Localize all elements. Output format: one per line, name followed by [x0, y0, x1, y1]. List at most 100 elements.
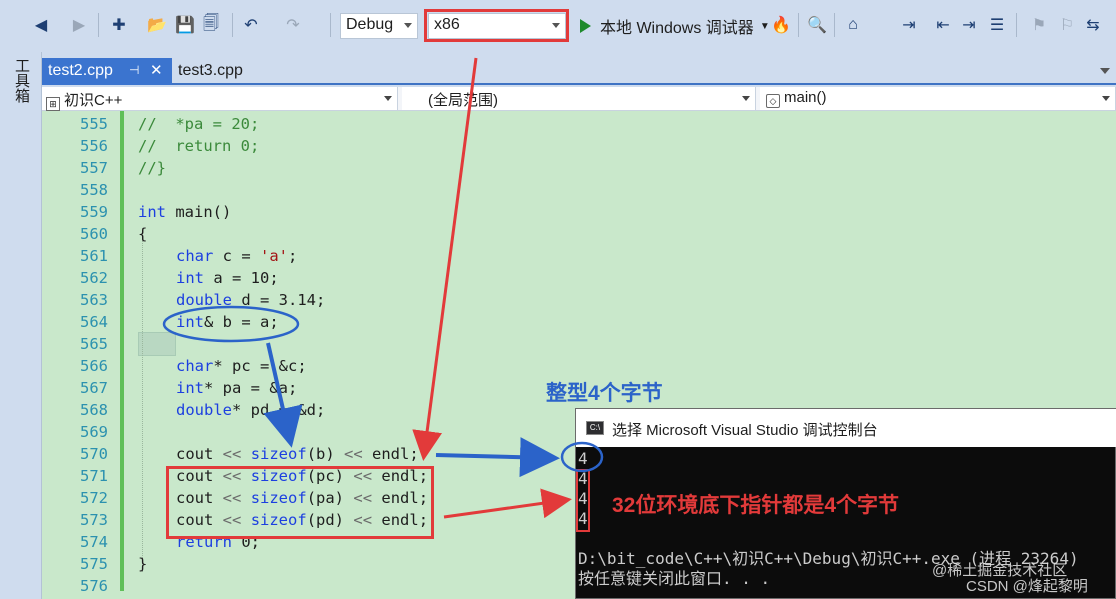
code-text: // return 0; [138, 137, 260, 155]
line-number: 558 [80, 181, 108, 199]
step-icon[interactable]: ⇥ [898, 12, 920, 38]
code-text: int main() [138, 203, 232, 221]
line-number: 569 [80, 423, 108, 441]
find-in-files-icon[interactable]: 🔍 [806, 12, 828, 38]
platform-highlight-box [424, 9, 569, 42]
bookmark-next-icon[interactable]: ⚐ [1056, 12, 1078, 38]
code-text: char c = 'a'; [176, 247, 298, 265]
back-icon[interactable]: ◀ [30, 12, 52, 38]
line-number: 572 [80, 489, 108, 507]
open-file-icon[interactable]: 📂 [146, 12, 168, 38]
indent-guide [142, 232, 143, 572]
line-number: 564 [80, 313, 108, 331]
close-icon[interactable]: ✕ [150, 61, 163, 79]
save-all-icon[interactable]: 🗐 [200, 12, 222, 38]
code-text: int& b = a; [176, 313, 279, 331]
code-text: { [138, 225, 148, 243]
pointer-lines-highlight-box [166, 466, 434, 539]
tab-test3-cpp[interactable]: test3.cpp [178, 62, 243, 80]
outdent-icon[interactable]: ⇤ [932, 12, 954, 38]
line-number: 576 [80, 577, 108, 595]
scope-name: (全局范围) [428, 92, 498, 109]
line-number: 575 [80, 555, 108, 573]
line-number: 568 [80, 401, 108, 419]
line-number: 570 [80, 445, 108, 463]
line-number: 562 [80, 269, 108, 287]
document-tabs: test2.cpp ⊣ ✕ test3.cpp [42, 58, 1116, 85]
member-dropdown[interactable]: ◇ main() [760, 87, 1116, 110]
pointer-output-highlight-box [576, 469, 590, 532]
console-title-bar[interactable]: C:\ 选择 Microsoft Visual Studio 调试控制台 [576, 409, 1116, 447]
code-text: double d = 3.14; [176, 291, 326, 309]
line-number: 563 [80, 291, 108, 309]
console-press-key-line: 按任意键关闭此窗口. . . [578, 569, 771, 588]
code-text: int* pa = &a; [176, 379, 298, 397]
config-dropdown[interactable]: Debug [340, 13, 418, 39]
new-item-icon[interactable]: ✚ [108, 12, 130, 38]
navigation-bar: ⊞ 初识C++ (全局范围) ◇ main() [42, 87, 1116, 111]
toolbar-separator [1016, 13, 1017, 37]
chevron-down-icon [742, 96, 750, 101]
code-text: char* pc = &c; [176, 357, 307, 375]
bookmark-icon[interactable]: ⚑ [1028, 12, 1050, 38]
start-debugger-button[interactable]: 本地 Windows 调试器 ▼ [574, 13, 770, 39]
tab-test2-cpp[interactable]: test2.cpp ⊣ ✕ [42, 58, 172, 85]
project-name: 初识C++ [64, 92, 123, 109]
tab-label: test2.cpp [48, 62, 113, 79]
code-text: } [138, 555, 148, 573]
code-text: double* pd = &d; [176, 401, 326, 419]
toolbox-label[interactable]: 工具箱 [12, 58, 30, 103]
line-number: 565 [80, 335, 108, 353]
toolbox-side-panel[interactable]: 工具箱 [0, 52, 42, 599]
chevron-down-icon [384, 96, 392, 101]
tab-label: test3.cpp [178, 62, 243, 79]
line-number: 567 [80, 379, 108, 397]
chevron-down-icon [404, 23, 412, 28]
pin-icon[interactable]: ⊣ [129, 63, 139, 77]
debugger-label: 本地 Windows 调试器 [600, 20, 754, 37]
play-icon [580, 19, 591, 33]
forward-icon[interactable]: ▶ [68, 12, 90, 38]
tab-list-dropdown-icon[interactable] [1100, 68, 1110, 74]
comment-icon[interactable]: ☰ [986, 12, 1008, 38]
toolbar-separator [232, 13, 233, 37]
debug-console-window[interactable]: C:\ 选择 Microsoft Visual Studio 调试控制台 4 4… [575, 408, 1116, 599]
line-number: 557 [80, 159, 108, 177]
line-number: 560 [80, 225, 108, 243]
line-number: 561 [80, 247, 108, 265]
int-size-annotation: 整型4个字节 [546, 382, 663, 405]
hot-reload-icon[interactable]: 🔥 [770, 12, 792, 38]
pointer-size-annotation: 32位环境底下指针都是4个字节 [612, 494, 900, 517]
config-value: Debug [346, 16, 394, 33]
line-number: 566 [80, 357, 108, 375]
redo-icon[interactable]: ↷ [282, 12, 304, 38]
chevron-down-icon [1102, 96, 1110, 101]
line-number: 571 [80, 467, 108, 485]
code-text: // *pa = 20; [138, 115, 260, 133]
toolbar-separator [834, 13, 835, 37]
main-toolbar: ◀ ▶ ✚ 📂 💾 🗐 ↶ ↷ Debug x86 本地 Windows 调试器… [0, 0, 1116, 52]
bookmark-prev-icon[interactable]: ⇆ [1082, 12, 1104, 38]
indent-icon[interactable]: ⇥ [958, 12, 980, 38]
console-title: 选择 Microsoft Visual Studio 调试控制台 [612, 422, 878, 439]
line-number: 559 [80, 203, 108, 221]
line-number: 574 [80, 533, 108, 551]
line-number: 556 [80, 137, 108, 155]
function-icon: ◇ [766, 94, 780, 108]
change-tracking-bar [120, 111, 124, 591]
undo-icon[interactable]: ↶ [240, 12, 262, 38]
chevron-down-icon[interactable]: ▼ [760, 21, 770, 32]
toolbar-separator [798, 13, 799, 37]
member-name: main() [784, 89, 827, 106]
scope-dropdown[interactable]: (全局范围) [402, 87, 756, 110]
project-icon: ⊞ [46, 97, 60, 111]
line-number: 555 [80, 115, 108, 133]
console-output-line: 4 [578, 449, 588, 468]
toolbar-separator [98, 13, 99, 37]
toolbar-separator [330, 13, 331, 37]
line-number: 573 [80, 511, 108, 529]
project-dropdown[interactable]: ⊞ 初识C++ [42, 87, 398, 111]
browser-icon[interactable]: ⌂ [842, 12, 864, 38]
save-icon[interactable]: 💾 [174, 12, 196, 38]
watermark-csdn: CSDN @烽起黎明 [966, 578, 1088, 595]
